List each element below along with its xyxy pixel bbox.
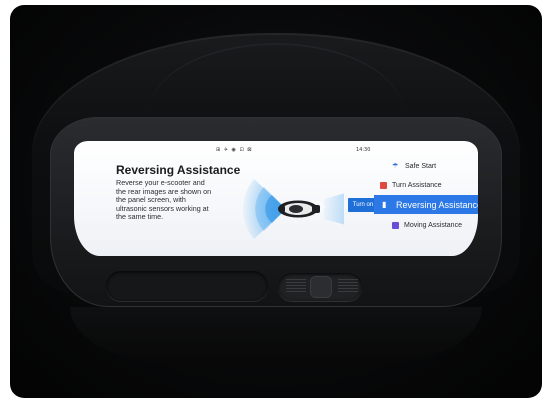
reversing-visual xyxy=(214,171,346,241)
menu-item-label: Moving Assistance xyxy=(404,221,462,229)
status-time: 14:30 xyxy=(356,147,371,153)
menu-item-label: Turn Assistance xyxy=(392,181,442,189)
status-icons: ⊞ ✈ ◉ ⊡ ⊠ xyxy=(216,147,253,153)
status-bar: ⊞ ✈ ◉ ⊡ ⊠ 14:30 xyxy=(74,147,478,155)
left-vent xyxy=(106,271,268,301)
menu-item-moving-assistance[interactable]: Moving Assistance xyxy=(392,218,462,232)
umbrella-icon: ☂ xyxy=(392,162,399,170)
grip-right-icon xyxy=(338,279,358,295)
menu-item-reversing-assistance[interactable]: ▮ Reversing Assistance xyxy=(374,195,478,214)
menu-item-safe-start[interactable]: ☂ Safe Start xyxy=(392,159,436,173)
center-control-button[interactable] xyxy=(310,276,332,298)
grip-left-icon xyxy=(286,279,306,295)
feature-description: Reverse your e-scooter and the rear imag… xyxy=(116,178,212,222)
turn-signal-icon xyxy=(380,181,387,189)
scooter-lower-body xyxy=(70,307,482,367)
menu-item-turn-assistance[interactable]: Turn Assistance xyxy=(380,178,442,192)
menu-item-label: Reversing Assistance xyxy=(396,199,478,210)
dashboard-screen: ⊞ ✈ ◉ ⊡ ⊠ 14:30 Reversing Assistance Rev… xyxy=(74,141,478,256)
bars-icon: ▮ xyxy=(382,200,387,209)
scooter-sensor-illustration xyxy=(242,179,346,239)
menu-item-label: Safe Start xyxy=(405,162,437,170)
product-photo-frame: ⊞ ✈ ◉ ⊡ ⊠ 14:30 Reversing Assistance Rev… xyxy=(10,5,542,398)
moving-icon xyxy=(392,221,399,229)
